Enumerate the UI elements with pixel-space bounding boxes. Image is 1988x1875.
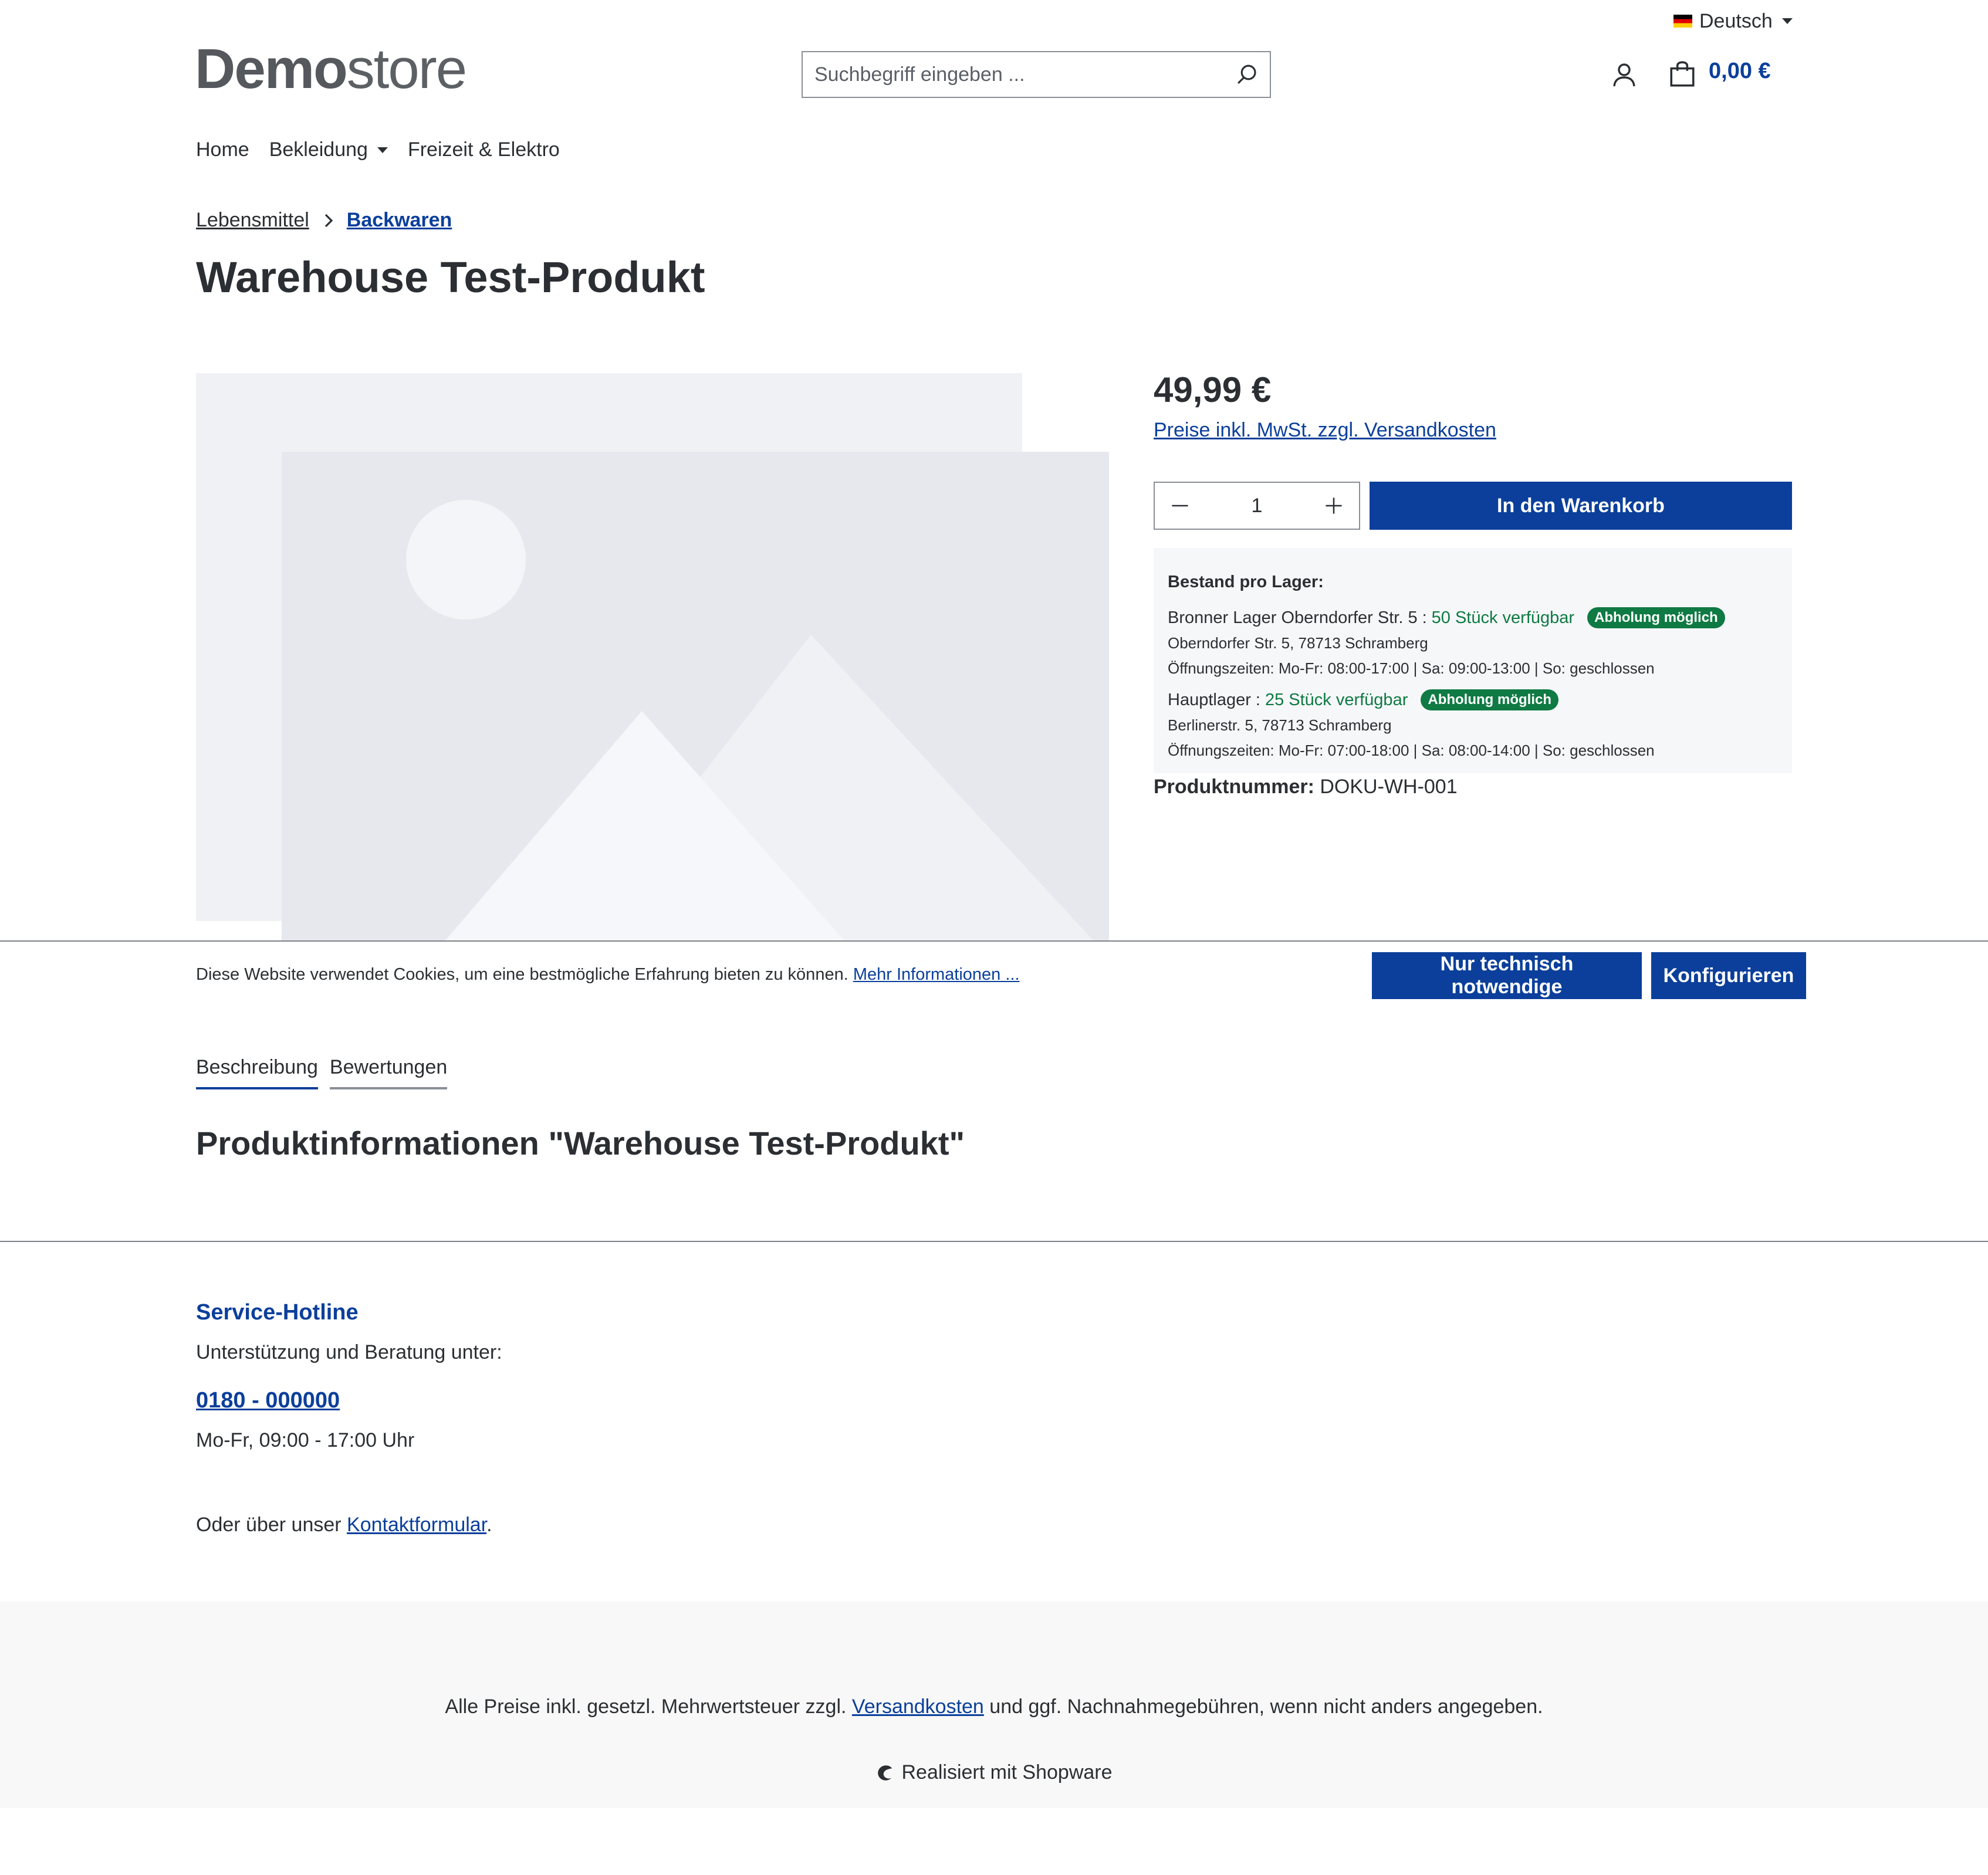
cookie-text-wrap: Diese Website verwendet Cookies, um eine… [196, 965, 1020, 984]
footer: Alle Preise inkl. gesetzl. Mehrwertsteue… [0, 1602, 1988, 1808]
quantity-stepper: 1 [1154, 482, 1360, 530]
account-icon[interactable] [1610, 60, 1638, 89]
quantity-value[interactable]: 1 [1252, 495, 1263, 517]
contact-suffix: . [486, 1514, 492, 1536]
nav-item-bekleidung[interactable]: Bekleidung [269, 138, 388, 161]
warehouse-address: Berlinerstr. 5, 78713 Schramberg [1168, 716, 1392, 734]
chevron-down-icon [1781, 18, 1793, 24]
logo-bold: Demo [195, 38, 348, 100]
warehouse-stock-box: Bestand pro Lager: Bronner Lager Oberndo… [1154, 548, 1792, 773]
warehouse-stock: 50 Stück verfügbar [1431, 608, 1575, 627]
minus-icon[interactable] [1170, 496, 1190, 516]
language-switcher[interactable]: Deutsch [1673, 9, 1793, 33]
warehouse-address: Oberndorfer Str. 5, 78713 Schramberg [1168, 634, 1428, 652]
breadcrumb-item-lebensmittel[interactable]: Lebensmittel [196, 209, 309, 232]
main-navigation: Home Bekleidung Freizeit & Elektro [196, 138, 560, 161]
service-hotline-subtitle: Unterstützung und Beratung unter: [196, 1341, 502, 1363]
section-divider [0, 1241, 1988, 1242]
breadcrumb-item-backwaren[interactable]: Backwaren [347, 209, 452, 232]
cart-icon[interactable] [1668, 60, 1697, 89]
breadcrumb: Lebensmittel Backwaren [196, 209, 452, 232]
warehouse-separator: : [1422, 608, 1427, 627]
warehouse-separator: : [1255, 690, 1260, 709]
service-hours: Mo-Fr, 09:00 - 17:00 Uhr [196, 1429, 415, 1451]
chevron-right-icon [324, 214, 333, 227]
store-logo[interactable]: Demostore [195, 38, 467, 100]
pickup-badge: Abholung möglich [1587, 607, 1725, 628]
product-tabs: Beschreibung Bewertungen [196, 1056, 448, 1089]
warehouse-name: Hauptlager [1168, 690, 1251, 709]
footer-note-suffix: und ggf. Nachnahmegebühren, wenn nicht a… [989, 1695, 1543, 1718]
nav-item-home[interactable]: Home [196, 138, 249, 161]
plus-icon[interactable] [1324, 496, 1344, 516]
pickup-badge: Abholung möglich [1421, 689, 1558, 710]
search-icon[interactable] [1235, 62, 1259, 87]
shopware-credit[interactable]: Realisiert mit Shopware [0, 1761, 1988, 1784]
cookie-more-info-link[interactable]: Mehr Informationen ... [853, 965, 1020, 984]
logo-light: store [346, 38, 467, 100]
product-image-placeholder-icon[interactable] [196, 371, 1109, 941]
page-title: Warehouse Test-Produkt [196, 253, 705, 302]
warehouse-name: Bronner Lager Oberndorfer Str. 5 [1168, 608, 1418, 627]
german-flag-icon [1673, 15, 1692, 28]
footer-shipping-link[interactable]: Versandkosten [852, 1695, 984, 1718]
tab-bewertungen[interactable]: Bewertungen [329, 1056, 448, 1089]
footer-price-note: Alle Preise inkl. gesetzl. Mehrwertsteue… [0, 1695, 1988, 1718]
stock-header: Bestand pro Lager: [1168, 573, 1324, 591]
product-info-heading: Produktinformationen "Warehouse Test-Pro… [196, 1125, 965, 1162]
service-phone-link[interactable]: 0180 - 000000 [196, 1388, 340, 1413]
warehouse-item: Hauptlager : 25 Stück verfügbar Abholung… [1168, 689, 1778, 760]
contact-prefix: Oder über unser [196, 1514, 342, 1536]
cart-total[interactable]: 0,00 € [1709, 59, 1771, 84]
chevron-down-icon [377, 147, 388, 153]
product-number-value: DOKU-WH-001 [1320, 776, 1458, 798]
cookie-text: Diese Website verwendet Cookies, um eine… [196, 965, 848, 984]
tax-shipping-link[interactable]: Preise inkl. MwSt. zzgl. Versandkosten [1154, 419, 1496, 442]
search-input[interactable] [813, 62, 1235, 87]
product-number-label: Produktnummer: [1154, 776, 1314, 798]
warehouse-hours: Öffnungszeiten: Mo-Fr: 07:00-18:00 | Sa:… [1168, 742, 1655, 759]
add-to-cart-button[interactable]: In den Warenkorb [1370, 482, 1792, 530]
contact-form-link[interactable]: Kontaktformular [347, 1514, 486, 1536]
made-with-label: Realisiert mit Shopware [901, 1761, 1113, 1783]
nav-item-freizeit-elektro[interactable]: Freizeit & Elektro [408, 138, 560, 161]
shopware-logo-icon [878, 1765, 892, 1781]
product-number: Produktnummer: DOKU-WH-001 [1154, 776, 1458, 798]
footer-note-prefix: Alle Preise inkl. gesetzl. Mehrwertsteue… [445, 1695, 847, 1718]
warehouse-hours: Öffnungszeiten: Mo-Fr: 08:00-17:00 | Sa:… [1168, 659, 1655, 677]
service-contact: Oder über unser Kontaktformular. [196, 1514, 492, 1536]
cookie-bar: Diese Website verwendet Cookies, um eine… [0, 940, 1988, 1006]
cookie-configure-button[interactable]: Konfigurieren [1651, 952, 1806, 999]
service-hotline-title: Service-Hotline [196, 1300, 359, 1325]
tab-beschreibung[interactable]: Beschreibung [196, 1056, 318, 1089]
warehouse-item: Bronner Lager Oberndorfer Str. 5 : 50 St… [1168, 607, 1778, 678]
product-price: 49,99 € [1154, 370, 1272, 409]
warehouse-stock: 25 Stück verfügbar [1265, 690, 1408, 709]
cookie-necessary-button[interactable]: Nur technisch notwendige [1372, 952, 1642, 999]
search-box [802, 51, 1271, 98]
language-label: Deutsch [1699, 9, 1773, 32]
